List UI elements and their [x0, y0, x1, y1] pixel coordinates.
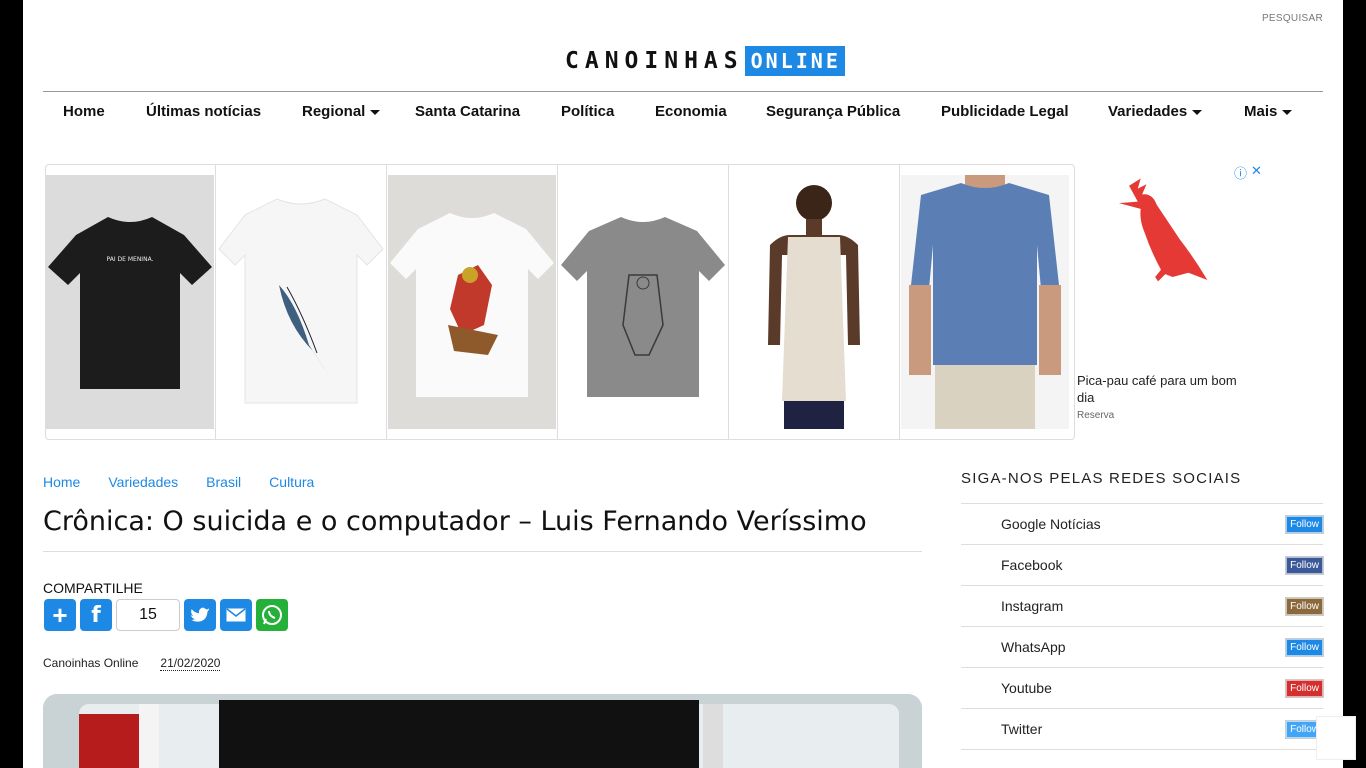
share-twitter-button[interactable]	[184, 599, 216, 631]
article-author[interactable]: Canoinhas Online	[43, 656, 138, 671]
share-buttons: + f 15	[44, 599, 288, 631]
nav-item-regional[interactable]: Regional	[302, 103, 381, 120]
follow-button[interactable]: Follow	[1285, 514, 1324, 534]
nav-item-home[interactable]: Home	[63, 103, 105, 120]
ad-banner[interactable]: PAI DE MENINA.	[45, 164, 1075, 440]
ad-caption[interactable]: Pica-pau café para um bom dia	[1077, 372, 1247, 406]
nav-label: Mais	[1244, 103, 1278, 120]
follow-button[interactable]: Follow	[1285, 555, 1324, 575]
share-count: 15	[116, 599, 180, 631]
nav-item-politica[interactable]: Política	[561, 103, 614, 120]
social-row-youtube[interactable]: Youtube Follow	[961, 668, 1324, 709]
ad-product-man-tank-top[interactable]	[730, 165, 900, 439]
ad-product-white-tshirt-feather[interactable]	[217, 165, 387, 439]
ad-brand[interactable]: Reserva	[1077, 410, 1114, 421]
ad-product-black-tshirt[interactable]: PAI DE MENINA.	[46, 165, 216, 439]
breadcrumb-cultura[interactable]: Cultura	[269, 474, 314, 490]
share-whatsapp-button[interactable]	[256, 599, 288, 631]
search-link[interactable]: PESQUISAR	[1262, 13, 1323, 24]
man-tank-top-image	[730, 175, 898, 429]
nav-label: Economia	[655, 103, 727, 120]
sidebar-social: SIGA-NOS PELAS REDES SOCIAIS Google Notí…	[961, 470, 1324, 750]
ad-brand-bird-image[interactable]	[1076, 164, 1251, 364]
social-name: WhatsApp	[1001, 639, 1066, 655]
breadcrumb: Home Variedades Brasil Cultura	[43, 474, 314, 490]
facebook-icon: f	[91, 602, 101, 628]
floating-widget[interactable]	[1316, 716, 1356, 760]
follow-button[interactable]: Follow	[1285, 678, 1324, 698]
nav-item-publicidade-legal[interactable]: Publicidade Legal	[941, 103, 1069, 120]
nav-item-economia[interactable]: Economia	[655, 103, 727, 120]
social-row-twitter[interactable]: Twitter Follow	[961, 709, 1324, 750]
breadcrumb-home[interactable]: Home	[43, 474, 80, 490]
man-blue-tshirt-image	[901, 175, 1069, 429]
chevron-down-icon	[370, 110, 381, 115]
breadcrumb-variedades[interactable]: Variedades	[108, 474, 178, 490]
article-date: 21/02/2020	[160, 656, 221, 671]
ad-product-white-tshirt-bird[interactable]	[388, 165, 558, 439]
black-tshirt-image: PAI DE MENINA.	[46, 175, 214, 429]
share-facebook-button[interactable]: f	[80, 599, 112, 631]
sidebar-title: SIGA-NOS PELAS REDES SOCIAIS	[961, 470, 1323, 504]
nav-label: Home	[63, 103, 105, 120]
tshirt-print-text: PAI DE MENINA.	[107, 256, 154, 263]
follow-button[interactable]: Follow	[1285, 596, 1324, 616]
social-name: Twitter	[1001, 721, 1043, 737]
email-icon	[226, 608, 246, 622]
nav-item-mais[interactable]: Mais	[1244, 103, 1293, 120]
white-tshirt-bird-image	[388, 175, 556, 429]
close-icon[interactable]: ✕	[1251, 163, 1262, 182]
nav-label: Política	[561, 103, 615, 120]
logo-main-text: CANOINHAS	[565, 48, 744, 74]
social-row-whatsapp[interactable]: WhatsApp Follow	[961, 627, 1324, 668]
ad-product-gray-tshirt[interactable]	[559, 165, 729, 439]
social-name: Youtube	[1001, 680, 1052, 696]
nav-item-santa-catarina[interactable]: Santa Catarina	[415, 103, 520, 120]
whatsapp-icon	[262, 605, 282, 625]
site-logo[interactable]: CANOINHAS ONLINE	[565, 46, 845, 76]
social-row-instagram[interactable]: Instagram Follow	[961, 586, 1324, 627]
ad-product-man-blue-tshirt[interactable]	[901, 165, 1071, 439]
nav-label: Variedades	[1108, 103, 1188, 120]
social-name: Instagram	[1001, 598, 1064, 614]
article-meta: Canoinhas Online 21/02/2020	[43, 656, 221, 671]
breadcrumb-brasil[interactable]: Brasil	[206, 474, 241, 490]
nav-item-ultimas-noticias[interactable]: Últimas notícias	[146, 103, 261, 120]
page: PESQUISAR CANOINHAS ONLINE Home Últimas …	[23, 0, 1343, 768]
main-nav: Home Últimas notícias Regional Santa Cat…	[43, 91, 1323, 132]
nav-label: Segurança Pública	[766, 103, 901, 120]
logo-accent-text: ONLINE	[744, 46, 845, 76]
nav-item-variedades[interactable]: Variedades	[1108, 103, 1203, 120]
article-hero-image	[43, 694, 922, 768]
social-name: Google Notícias	[1001, 516, 1101, 532]
share-label: COMPARTILHE	[43, 580, 143, 596]
nav-label: Publicidade Legal	[941, 103, 1069, 120]
social-row-facebook[interactable]: Facebook Follow	[961, 545, 1324, 586]
nav-label: Santa Catarina	[415, 103, 521, 120]
gray-tshirt-image	[559, 175, 727, 429]
hero-image-graphic	[43, 694, 922, 768]
plus-icon: +	[52, 599, 68, 630]
chevron-down-icon	[1192, 110, 1203, 115]
nav-item-seguranca-publica[interactable]: Segurança Pública	[766, 103, 900, 120]
nav-label: Últimas notícias	[146, 103, 262, 120]
twitter-icon	[190, 607, 210, 622]
social-row-google-noticias[interactable]: Google Notícias Follow	[961, 504, 1324, 545]
article-title: Crônica: O suicida e o computador – Luis…	[43, 506, 922, 552]
social-name: Facebook	[1001, 557, 1063, 573]
share-plus-button[interactable]: +	[44, 599, 76, 631]
chevron-down-icon	[1282, 110, 1293, 115]
nav-label: Regional	[302, 103, 366, 120]
white-tshirt-feather-image	[217, 175, 385, 429]
follow-button[interactable]: Follow	[1285, 637, 1324, 657]
share-email-button[interactable]	[220, 599, 252, 631]
